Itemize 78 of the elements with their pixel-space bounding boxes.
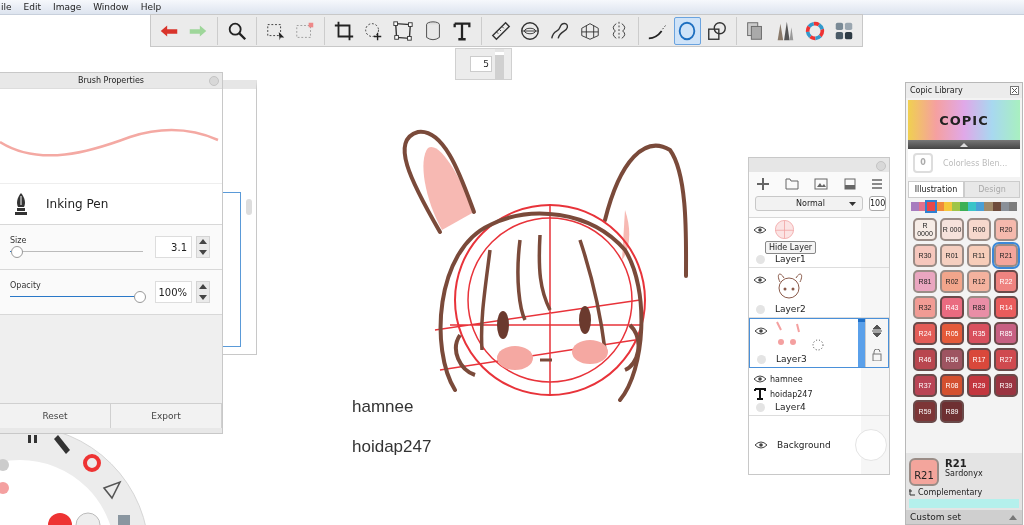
hue-chip[interactable]	[1000, 202, 1009, 211]
brush-name: Inking Pen	[46, 197, 109, 211]
menu-item[interactable]: Help	[140, 0, 162, 14]
unlock-icon[interactable]	[872, 349, 882, 361]
menu-item[interactable]: Edit	[23, 0, 41, 14]
eye-icon[interactable]	[754, 226, 766, 234]
layer-row[interactable]: Layer2	[749, 268, 889, 318]
layer-name: Background	[777, 440, 831, 450]
folder-icon[interactable]	[784, 178, 799, 190]
hue-chip[interactable]	[992, 202, 1001, 211]
background-color-swatch[interactable]	[854, 429, 887, 461]
ellipse-guide-icon	[519, 19, 542, 42]
canvas-text: hoidap247	[352, 437, 432, 457]
circle-tool-button[interactable]	[673, 16, 702, 45]
distort-icon	[391, 19, 414, 42]
custom-set-bar[interactable]: Custom set	[906, 510, 1022, 524]
loading-dots-icon	[812, 339, 824, 351]
value-field[interactable]: 100%	[155, 281, 192, 303]
shapes-icon	[705, 19, 728, 42]
value-field[interactable]: 3.1	[155, 236, 192, 258]
crop-icon	[332, 19, 355, 42]
panel-button[interactable]: Reset	[0, 404, 111, 428]
menu-item[interactable]: Image	[53, 0, 82, 14]
slider-thumb[interactable]	[10, 246, 23, 258]
eye-icon[interactable]	[754, 276, 766, 284]
logo-text: COPIC	[939, 112, 989, 128]
eye-icon[interactable]	[754, 375, 766, 383]
move-arrows-icon[interactable]	[872, 325, 882, 337]
tooltip: Hide Layer	[765, 241, 817, 254]
caret-icon	[849, 201, 856, 206]
blend-mode-dropdown[interactable]: Normal	[755, 196, 863, 211]
color-code: R21	[945, 458, 968, 469]
text-layer-name: hamnee	[770, 374, 803, 384]
panel-title: Brush Properties	[77, 76, 145, 85]
hue-chip[interactable]	[1008, 202, 1018, 211]
text-layer-icon	[754, 388, 766, 400]
slider-thumb[interactable]	[134, 291, 147, 303]
expand-icon	[1009, 514, 1017, 520]
image-icon[interactable]	[814, 178, 828, 190]
spinner-arrows-icon	[199, 283, 207, 301]
panel-title: Copic Library	[910, 86, 963, 95]
pen-nib-icon	[14, 193, 28, 215]
canvas-text: hamnee	[352, 397, 414, 417]
spinner-control[interactable]	[196, 281, 210, 303]
close-icon[interactable]	[1010, 86, 1019, 95]
blender-name: Colorless Blen...	[943, 158, 1008, 168]
opacity-field[interactable]: 100	[869, 196, 886, 211]
text-layer-name: hoidap247	[770, 389, 813, 399]
slider-label: Size	[10, 236, 28, 245]
layer-name: Layer1	[775, 254, 806, 264]
layer-thumbnail	[775, 220, 794, 239]
color-wheel-icon	[803, 19, 826, 42]
eye-icon[interactable]	[755, 441, 767, 449]
collapse-icon[interactable]	[960, 142, 968, 147]
panel-button[interactable]: Export	[111, 404, 222, 428]
layer-thumbnail	[776, 321, 800, 346]
current-color-swatch: R21	[909, 458, 939, 486]
layer-row[interactable]: Layer3	[749, 318, 889, 368]
menu-item[interactable]: Window	[93, 0, 129, 14]
complementary-label: Complementary	[918, 488, 983, 497]
layer-row[interactable]: Background	[749, 416, 889, 474]
tab[interactable]: Illustration	[908, 181, 964, 197]
color-name: Sardonyx	[945, 469, 983, 478]
merge-icon[interactable]	[843, 178, 856, 190]
menu-icon[interactable]	[871, 178, 883, 190]
layer-name: Layer4	[775, 402, 806, 412]
slider-label: Opacity	[10, 281, 42, 290]
eye-icon[interactable]	[755, 327, 767, 335]
size-field[interactable]: 5	[470, 56, 492, 72]
plus-icon[interactable]	[757, 178, 769, 190]
layer-name: Layer3	[776, 354, 807, 364]
spinner-control[interactable]	[196, 236, 210, 258]
layer-row[interactable]: hamnee hoidap247 Layer4	[749, 368, 889, 416]
layer-thumbnail	[775, 270, 805, 299]
layer-name: Layer2	[775, 304, 806, 314]
spinner-arrows-icon	[199, 238, 207, 256]
menu-item[interactable]: ile	[1, 0, 12, 14]
ruler-icon	[489, 19, 512, 42]
